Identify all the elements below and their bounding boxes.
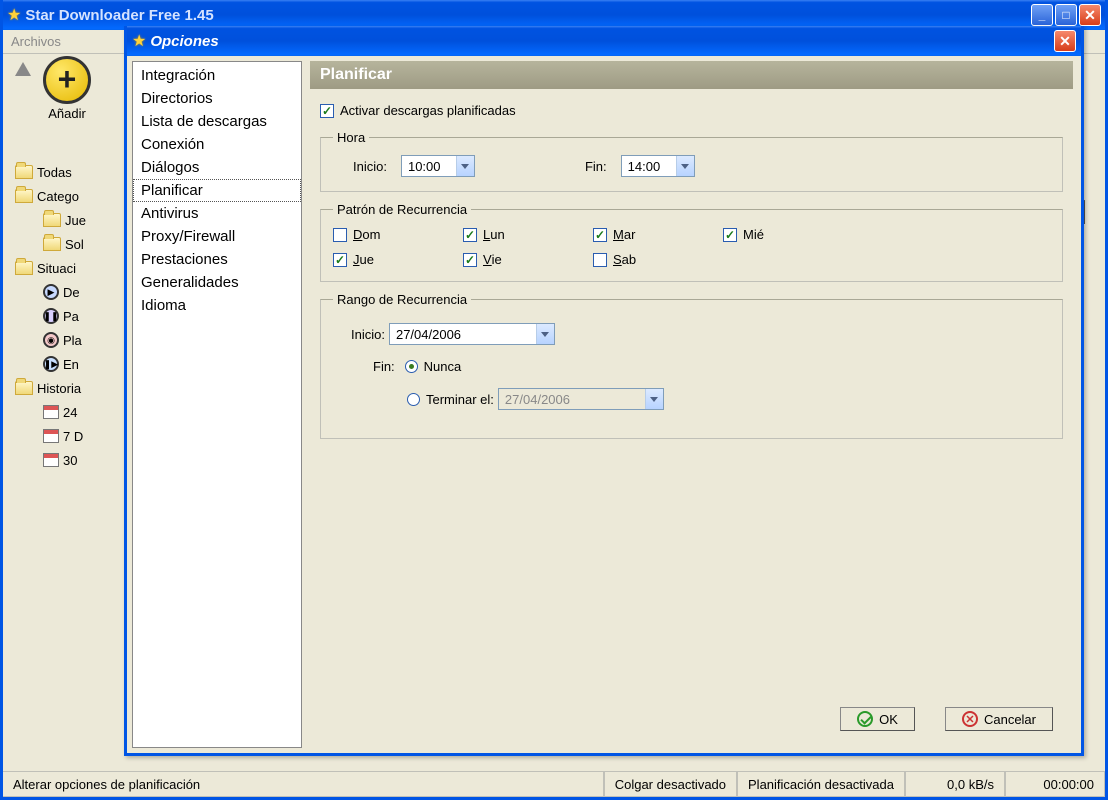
- cat-antivirus[interactable]: Antivirus: [133, 202, 301, 225]
- enable-schedule-checkbox[interactable]: ✓: [320, 104, 334, 118]
- checkbox[interactable]: ✓: [723, 228, 737, 242]
- close-button[interactable]: ✕: [1079, 4, 1101, 26]
- hora-legend: Hora: [333, 130, 369, 145]
- cat-conexion[interactable]: Conexión: [133, 133, 301, 156]
- range-legend: Rango de Recurrencia: [333, 292, 471, 307]
- radio-terminar[interactable]: [407, 393, 420, 406]
- radio-nunca[interactable]: [405, 360, 418, 373]
- enable-schedule-label: Activar descargas planificadas: [340, 103, 516, 118]
- cat-lista[interactable]: Lista de descargas: [133, 110, 301, 133]
- status-schedule: Planificación desactivada: [737, 772, 905, 797]
- cat-idioma[interactable]: Idioma: [133, 294, 301, 317]
- pause-icon: ❚❚: [43, 308, 59, 324]
- inicio-time-combo[interactable]: 10:00: [401, 155, 475, 177]
- day-mar[interactable]: ✓Mar: [593, 227, 723, 242]
- day-sab[interactable]: Sab: [593, 252, 723, 267]
- dialog-titlebar: ★ Opciones ✕: [127, 26, 1081, 56]
- status-speed: 0,0 kB/s: [905, 772, 1005, 797]
- day-mie[interactable]: ✓Mié: [723, 227, 853, 242]
- dialog-buttons: OK ✕ Cancelar: [310, 697, 1073, 745]
- plus-icon: +: [43, 56, 91, 104]
- minimize-button[interactable]: _: [1031, 4, 1053, 26]
- cat-integracion[interactable]: Integración: [133, 64, 301, 87]
- status-message: Alterar opciones de planificación: [3, 772, 604, 797]
- chevron-down-icon: [536, 324, 554, 344]
- range-fin-label: Fin:: [373, 359, 395, 374]
- check-icon: [857, 711, 873, 727]
- category-list: Integración Directorios Lista de descarg…: [132, 61, 302, 748]
- hora-fieldset: Hora Inicio: 10:00 Fin: 14:00: [320, 130, 1063, 192]
- range-inicio-combo[interactable]: 27/04/2006: [389, 323, 555, 345]
- nunca-label: Nunca: [424, 359, 462, 374]
- cat-proxy[interactable]: Proxy/Firewall: [133, 225, 301, 248]
- main-title: Star Downloader Free 1.45: [25, 7, 1031, 24]
- pattern-legend: Patrón de Recurrencia: [333, 202, 471, 217]
- maximize-button[interactable]: □: [1055, 4, 1077, 26]
- checkbox[interactable]: ✓: [333, 253, 347, 267]
- fin-time-combo[interactable]: 14:00: [621, 155, 695, 177]
- checkbox[interactable]: ✓: [463, 228, 477, 242]
- chevron-down-icon: [645, 389, 663, 409]
- range-fieldset: Rango de Recurrencia Inicio: 27/04/2006 …: [320, 292, 1063, 439]
- panel: Planificar ✓ Activar descargas planifica…: [302, 56, 1081, 753]
- folder-icon: [43, 213, 61, 227]
- checkbox[interactable]: ✓: [463, 253, 477, 267]
- statusbar: Alterar opciones de planificación Colgar…: [3, 771, 1105, 797]
- range-inicio-label: Inicio:: [351, 327, 385, 342]
- day-vie[interactable]: ✓Vie: [463, 252, 593, 267]
- dialog-title: Opciones: [150, 33, 1054, 50]
- terminar-label: Terminar el:: [426, 392, 494, 407]
- calendar-icon: [43, 405, 59, 419]
- pointer-icon: [15, 62, 31, 76]
- folder-icon: [15, 261, 33, 275]
- cat-directorios[interactable]: Directorios: [133, 87, 301, 110]
- add-button[interactable]: + Añadir: [43, 56, 91, 121]
- play-icon: ▶: [43, 284, 59, 300]
- checkbox[interactable]: ✓: [593, 228, 607, 242]
- app-star-icon: ★: [7, 5, 21, 25]
- cat-dialogos[interactable]: Diálogos: [133, 156, 301, 179]
- day-lun[interactable]: ✓Lun: [463, 227, 593, 242]
- folder-icon: [15, 165, 33, 179]
- playpause-icon: ❚▶: [43, 356, 59, 372]
- fin-label: Fin:: [585, 159, 607, 174]
- folder-icon: [15, 189, 33, 203]
- status-hangup: Colgar desactivado: [604, 772, 737, 797]
- add-label: Añadir: [48, 106, 86, 121]
- cat-generalidades[interactable]: Generalidades: [133, 271, 301, 294]
- dialog-star-icon: ★: [132, 31, 146, 51]
- cat-planificar[interactable]: Planificar: [133, 179, 301, 202]
- status-time: 00:00:00: [1005, 772, 1105, 797]
- pattern-fieldset: Patrón de Recurrencia Dom ✓Lun ✓Mar ✓Mié…: [320, 202, 1063, 282]
- chevron-down-icon: [456, 156, 474, 176]
- chevron-down-icon: [676, 156, 694, 176]
- enable-schedule-row: ✓ Activar descargas planificadas: [320, 103, 1063, 118]
- calendar-icon: [43, 453, 59, 467]
- options-dialog: ★ Opciones ✕ Integración Directorios Lis…: [124, 26, 1084, 756]
- checkbox[interactable]: [593, 253, 607, 267]
- checkbox[interactable]: [333, 228, 347, 242]
- calendar-icon: [43, 429, 59, 443]
- day-jue[interactable]: ✓Jue: [333, 252, 463, 267]
- menu-archivos[interactable]: Archivos: [11, 34, 61, 49]
- dialog-close-button[interactable]: ✕: [1054, 30, 1076, 52]
- cancel-button[interactable]: ✕ Cancelar: [945, 707, 1053, 731]
- cross-icon: ✕: [962, 711, 978, 727]
- cat-prestaciones[interactable]: Prestaciones: [133, 248, 301, 271]
- terminar-date-combo: 27/04/2006: [498, 388, 664, 410]
- folder-icon: [15, 381, 33, 395]
- panel-title: Planificar: [310, 61, 1073, 89]
- clock-icon: ◉: [43, 332, 59, 348]
- inicio-label: Inicio:: [353, 159, 387, 174]
- folder-icon: [43, 237, 61, 251]
- day-dom[interactable]: Dom: [333, 227, 463, 242]
- ok-button[interactable]: OK: [840, 707, 915, 731]
